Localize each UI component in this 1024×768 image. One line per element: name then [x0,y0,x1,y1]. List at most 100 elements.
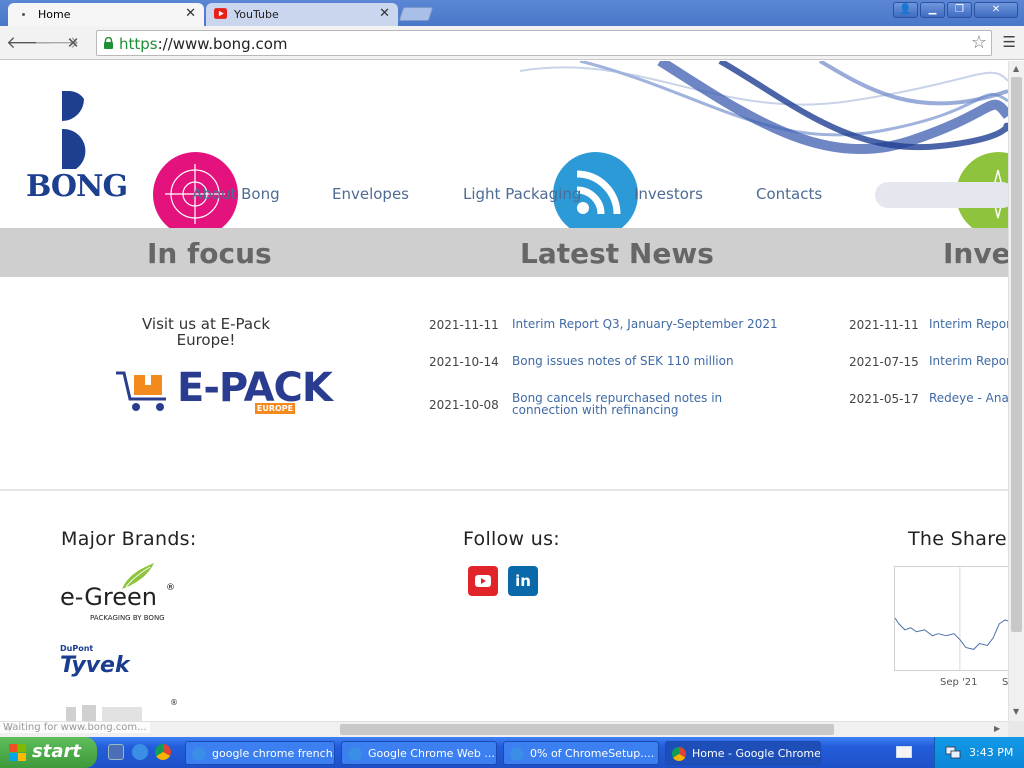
epack-logo[interactable]: E-PACK EUROPE [114,361,333,419]
taskbar-item-active[interactable]: Home - Google Chrome [665,741,821,765]
status-bubble: Waiting for www.bong.com... [0,722,150,733]
url-text: https://www.bong.com [119,35,288,53]
tab-label: YouTube [234,8,279,21]
focus-caption[interactable]: Visit us at E-Pack Europe! [125,316,287,348]
news-date: 2021-10-14 [429,355,499,369]
back-arrow-icon[interactable]: 🡐 [6,32,52,54]
epack-tag: EUROPE [255,403,295,414]
browser-toolbar: 🡐 🡒 ✕ https://www.bong.com ☆ ☰ [0,26,1024,60]
forward-arrow-icon[interactable]: 🡒 [34,32,80,54]
taskbar-item-label: 0% of ChromeSetup.... [530,747,655,760]
egreen-wordmark: e-Green [60,583,157,611]
chrome-icon [672,747,686,761]
minimize-button[interactable]: ▁ [920,2,945,18]
keyboard-icon[interactable] [896,746,912,758]
user-icon[interactable]: 👤 [893,2,918,18]
ie-icon [510,747,524,761]
ie-icon [348,747,362,761]
horizontal-scrollbar[interactable]: ◀ ▶ [0,721,1008,737]
cart-icon [116,371,166,411]
taskbar-item[interactable]: 0% of ChromeSetup.... [503,741,659,765]
search-input[interactable] [875,182,1008,208]
egreen-tagline: PACKAGING BY BONG [90,614,165,622]
share-price-chart [894,566,1008,671]
close-tab-icon[interactable]: ✕ [379,6,390,21]
tab-home[interactable]: Home ✕ [8,3,204,26]
taskbar-item-label: Google Chrome Web ... [368,747,495,760]
nav-light-packaging[interactable]: Light Packaging [463,185,581,203]
ie-icon [192,747,206,761]
nav-about-bong[interactable]: About Bong [192,185,280,203]
tab-label: Home [38,8,71,21]
network-icon[interactable] [945,744,961,760]
news-title[interactable]: Interim Report [929,355,1008,367]
news-title[interactable]: Bong issues notes of SEK 110 million [512,355,782,367]
bookmark-star-icon[interactable]: ☆ [971,32,987,53]
svg-text:®: ® [170,698,178,707]
news-date: 2021-07-15 [849,355,919,369]
scrollbar-corner [1008,721,1024,737]
nav-investors[interactable]: Investors [634,185,703,203]
taskbar-item[interactable]: Google Chrome Web ... [341,741,497,765]
section-divider [0,489,1008,491]
major-brands-heading: Major Brands: [61,528,197,550]
investors-heading: Inves [943,237,1008,270]
windows-flag-icon [9,744,26,761]
new-tab-button[interactable] [398,7,434,21]
news-title[interactable]: Interim Report [929,318,1008,330]
dupont-text: DuPont [60,644,94,653]
tyvek-wordmark: Tyvek [60,653,130,678]
logo-wordmark[interactable]: BONG [26,169,128,204]
vertical-scroll-thumb[interactable] [1011,77,1022,632]
youtube-icon [214,8,227,19]
taskbar-item-label: google chrome french... [212,747,335,760]
close-tab-icon[interactable]: ✕ [185,6,196,21]
ie-quicklaunch-icon[interactable] [132,744,148,760]
nav-contacts[interactable]: Contacts [756,185,822,203]
news-date: 2021-11-11 [849,318,919,332]
scroll-right-arrow-icon[interactable]: ▶ [994,724,1000,733]
taskbar-item[interactable]: google chrome french... [185,741,335,765]
youtube-icon [475,575,491,587]
news-title[interactable]: Redeye - Ana [929,392,1008,404]
windows-taskbar: start google chrome french... Google Chr… [0,737,1024,768]
linkedin-social-button[interactable]: in [508,566,538,596]
news-date: 2021-11-11 [429,318,499,332]
bong-logo-icon [62,91,86,169]
news-title[interactable]: Interim Report Q3, January-September 202… [512,318,782,330]
horizontal-scroll-thumb[interactable] [340,724,834,735]
latest-news-heading: Latest News [520,237,714,270]
nav-envelopes[interactable]: Envelopes [332,185,409,203]
taskbar-item-label: Home - Google Chrome [692,747,821,760]
airpro-brand-logo[interactable]: ® [60,697,190,721]
scroll-down-arrow-icon[interactable]: ▼ [1013,707,1019,716]
window-controls: 👤 ▁ ❐ ✕ [893,2,1018,18]
show-desktop-icon[interactable] [108,744,124,760]
tab-youtube[interactable]: YouTube ✕ [206,3,398,26]
page-viewport: BONG About Bong Envelopes Light Packagin… [0,61,1008,721]
lock-icon [104,37,113,49]
start-label: start [32,741,81,762]
youtube-social-button[interactable] [468,566,498,596]
clock[interactable]: 3:43 PM [969,746,1013,759]
vertical-scrollbar[interactable]: ▲ ▼ [1008,61,1024,721]
follow-us-heading: Follow us: [463,528,560,550]
restore-button[interactable]: ❐ [947,2,972,18]
registered-mark: ® [166,583,175,593]
in-focus-heading: In focus [147,237,272,270]
share-axis-tick: Sep '21 [940,677,978,688]
start-button[interactable]: start [0,737,97,768]
close-window-button[interactable]: ✕ [974,2,1018,18]
tyvek-brand-logo[interactable]: DuPont Tyvek [60,644,170,684]
chrome-quicklaunch-icon[interactable] [155,744,171,760]
news-date: 2021-10-08 [429,398,499,412]
news-date: 2021-05-17 [849,392,919,406]
chrome-menu-icon[interactable]: ☰ [1003,33,1016,51]
egreen-brand-logo[interactable]: e-Green ® PACKAGING BY BONG [60,561,190,625]
scroll-up-arrow-icon[interactable]: ▲ [1013,64,1019,73]
system-tray: 3:43 PM [934,737,1024,768]
stop-icon[interactable]: ✕ [62,32,84,54]
news-title[interactable]: Bong cancels repurchased notes in connec… [512,392,787,416]
browser-title-bar: Home ✕ YouTube ✕ 👤 ▁ ❐ ✕ [0,0,1024,26]
address-bar[interactable]: https://www.bong.com ☆ [96,30,992,56]
